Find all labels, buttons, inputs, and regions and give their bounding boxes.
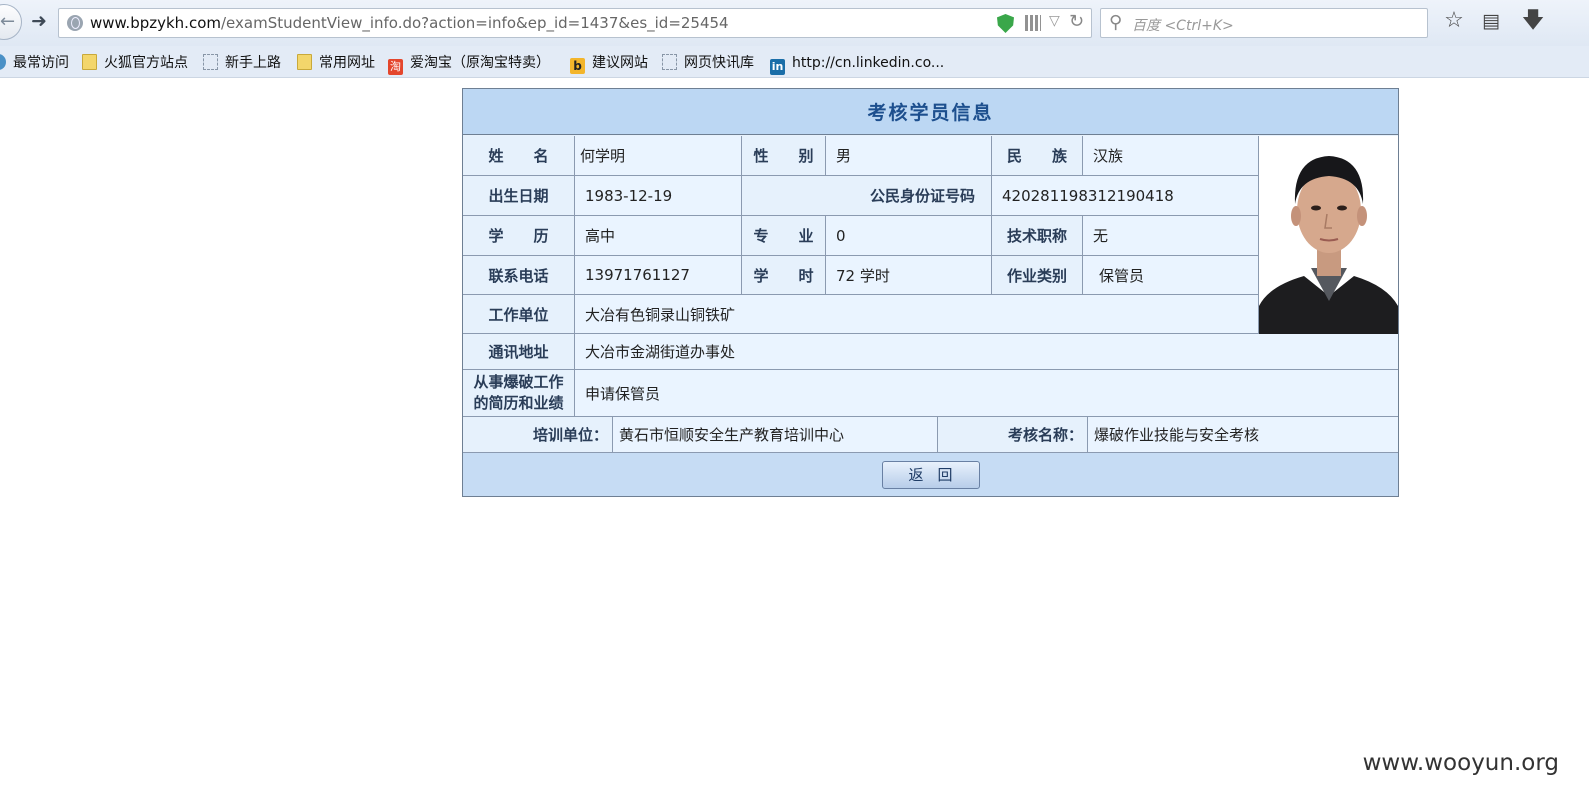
folder-icon: [82, 54, 97, 70]
download-icon[interactable]: 🡇: [1521, 9, 1545, 33]
exam-name-label: 考核名称：: [938, 417, 1088, 453]
back-button[interactable]: ←: [0, 4, 22, 40]
bookmark-getting-started[interactable]: 新手上路: [203, 53, 281, 73]
search-placeholder: 百度 <Ctrl+K>: [1132, 18, 1234, 34]
taobao-icon: 淘: [388, 59, 403, 75]
url-text[interactable]: www.bpzykh.com/examStudentView_info.do?a…: [90, 14, 729, 32]
reading-list-icon[interactable]: ▤: [1479, 9, 1503, 33]
major-label: 专 业: [742, 216, 826, 256]
bookmark-star-icon[interactable]: ☆: [1442, 9, 1466, 33]
address-label: 通讯地址: [463, 334, 575, 370]
training-unit-value: 黄石市恒顺安全生产教育培训中心: [613, 417, 938, 453]
search-input[interactable]: ⚲ 百度 <Ctrl+K>: [1100, 8, 1428, 38]
watermark: www.wooyun.org: [1362, 750, 1559, 776]
experience-label-line-1: 从事爆破工作: [473, 373, 564, 391]
globe-icon: [67, 15, 83, 31]
back-arrow-icon: ←: [0, 11, 16, 32]
experience-label: 从事爆破工作 的简历和业绩: [463, 370, 575, 417]
address-value: 大冶市金湖街道办事处: [575, 334, 1398, 370]
id-number-label: 公民身份证号码: [742, 176, 992, 216]
birth-label: 出生日期: [463, 176, 575, 216]
job-type-label: 作业类别: [992, 256, 1083, 295]
page-icon: [203, 54, 218, 70]
phone-value: 13971761127: [575, 256, 742, 295]
bookmark-taobao[interactable]: 淘爱淘宝（原淘宝特卖）: [388, 53, 550, 75]
reload-icon[interactable]: ↻: [1069, 11, 1084, 32]
gender-label: 性 别: [742, 136, 826, 176]
search-icon: ⚲: [1109, 12, 1123, 33]
hours-label: 学 时: [742, 256, 826, 295]
employer-label: 工作单位: [463, 295, 575, 334]
experience-value: 申请保管员: [575, 370, 1398, 417]
name-label: 姓 名: [463, 136, 575, 176]
training-unit-label: 培训单位：: [463, 417, 613, 453]
exam-name-value: 爆破作业技能与安全考核: [1088, 417, 1398, 453]
bookmark-web-slice[interactable]: 网页快讯库: [662, 53, 754, 73]
qr-code-icon[interactable]: [1025, 15, 1041, 31]
education-label: 学 历: [463, 216, 575, 256]
folder-icon: [297, 54, 312, 70]
name-value: 何学明: [575, 136, 742, 176]
tech-title-value: 无: [1083, 216, 1259, 256]
hours-value: 72 学时: [826, 256, 992, 295]
browser-toolbar: ← ➜ www.bpzykh.com/examStudentView_info.…: [0, 0, 1589, 46]
bookmark-firefox-site[interactable]: 火狐官方站点: [82, 53, 188, 73]
gender-value: 男: [826, 136, 992, 176]
bookmarks-bar: 最常访问 火狐官方站点 新手上路 常用网址 淘爱淘宝（原淘宝特卖） b 建议网站 …: [0, 46, 1589, 78]
major-value: 0: [826, 216, 992, 256]
tech-title-label: 技术职称: [992, 216, 1083, 256]
bookmark-most-visited[interactable]: 最常访问: [0, 53, 69, 73]
birth-value: 1983-12-19: [575, 176, 742, 216]
phone-label: 联系电话: [463, 256, 575, 295]
page-title: 考核学员信息: [463, 89, 1398, 135]
bookmark-suggested-sites[interactable]: b 建议网站: [570, 53, 648, 74]
forward-arrow-icon[interactable]: ➜: [31, 10, 53, 32]
id-number-value: 420281198312190418: [992, 176, 1259, 216]
portrait-image: [1259, 136, 1398, 334]
dropdown-triangle-icon[interactable]: ▽: [1049, 13, 1060, 29]
ie-icon: [0, 54, 6, 70]
experience-label-line-2: 的简历和业绩: [473, 394, 564, 412]
bing-icon: b: [570, 58, 585, 74]
return-button[interactable]: 返回: [881, 460, 980, 489]
education-value: 高中: [575, 216, 742, 256]
page-icon: [662, 54, 677, 70]
bookmark-common-sites[interactable]: 常用网址: [297, 53, 375, 73]
bookmark-linkedin[interactable]: in http://cn.linkedin.co...: [770, 53, 944, 75]
job-type-value: 保管员: [1083, 256, 1259, 295]
employer-value: 大冶有色铜录山铜铁矿: [575, 295, 1259, 334]
student-info-table: 考核学员信息 姓 名 何学明 性 别 男 民 族 汉族 出生日期 1983-12…: [462, 88, 1399, 497]
form-footer: 返回: [463, 453, 1398, 496]
ethnicity-label: 民 族: [992, 136, 1083, 176]
address-bar[interactable]: www.bpzykh.com/examStudentView_info.do?a…: [58, 8, 1092, 38]
student-photo: [1259, 136, 1398, 334]
linkedin-icon: in: [770, 59, 785, 75]
ethnicity-value: 汉族: [1083, 136, 1259, 176]
shield-icon[interactable]: [997, 14, 1014, 33]
